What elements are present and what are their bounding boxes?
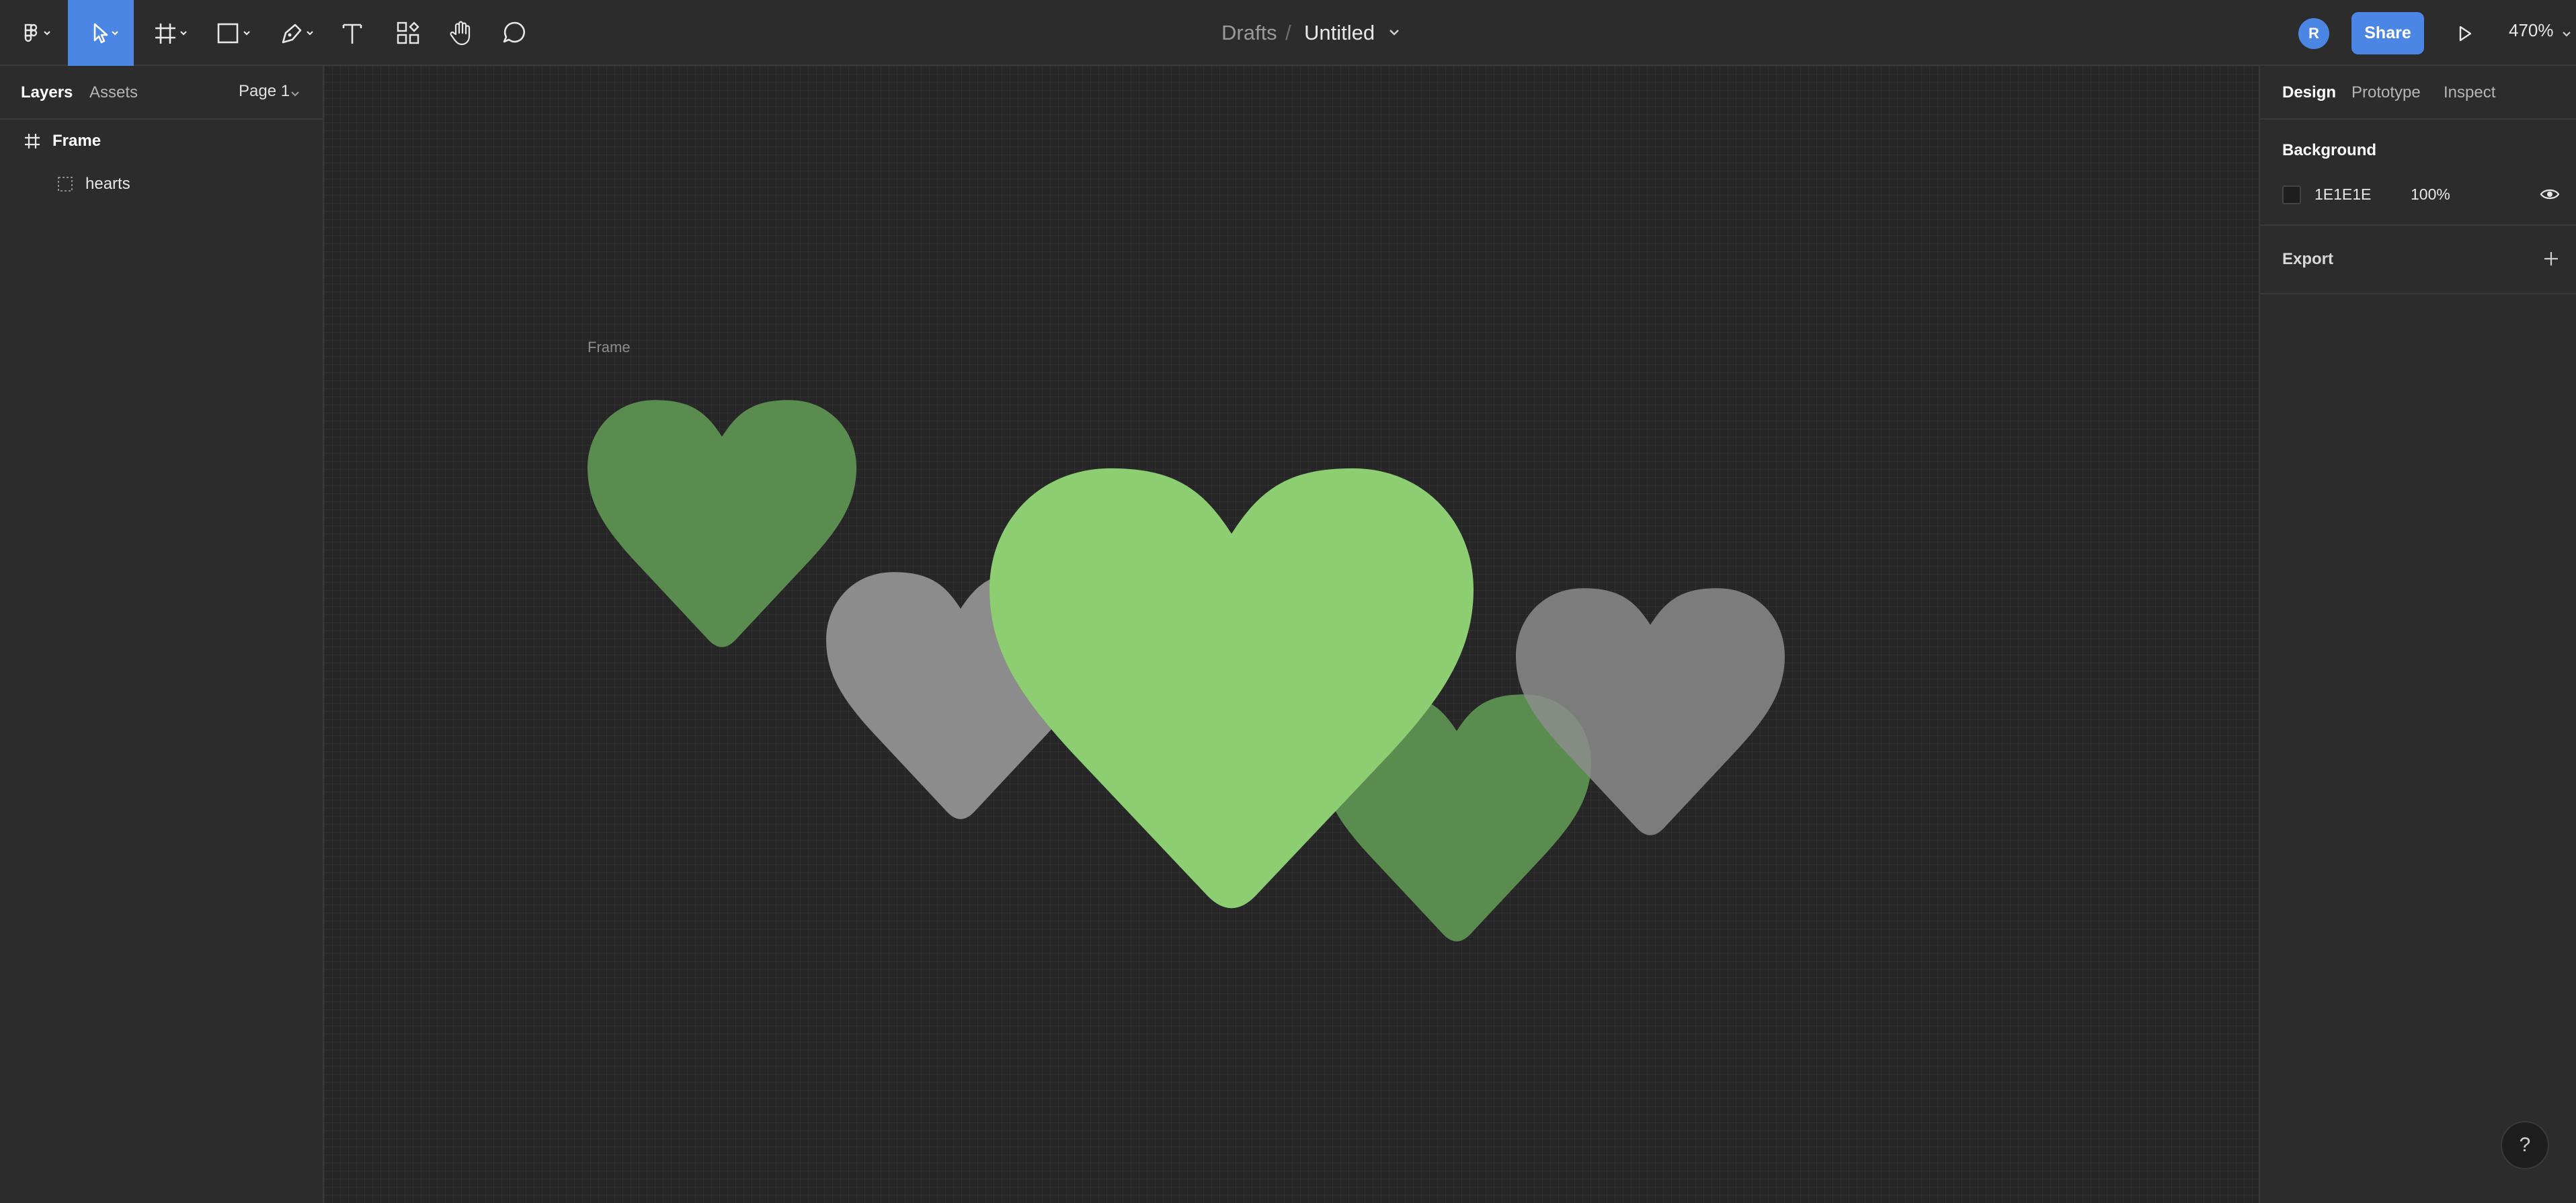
plus-icon[interactable]: [2542, 250, 2560, 267]
main-menu-button[interactable]: [0, 0, 68, 66]
left-panel-tabs: Layers Assets Page 1: [0, 66, 323, 120]
avatar[interactable]: R: [2298, 18, 2329, 49]
background-title: Background: [2282, 141, 2377, 159]
layers-panel: Layers Assets Page 1 Frame hearts: [0, 66, 324, 1203]
shape-tool-button[interactable]: [206, 0, 259, 66]
properties-panel: Design Prototype Inspect Background 1E1E…: [2259, 66, 2576, 1203]
background-section: Background 1E1E1E 100%: [2260, 121, 2576, 226]
hand-tool-button[interactable]: [442, 0, 479, 66]
frame-tool-button[interactable]: [143, 0, 196, 66]
frame-hash-icon: [155, 24, 187, 44]
components-icon: [397, 22, 419, 44]
layer-label: Frame: [52, 132, 102, 150]
figma-logo-icon: [24, 24, 50, 42]
help-button[interactable]: ?: [2501, 1121, 2549, 1169]
layer-row-frame[interactable]: Frame: [0, 121, 323, 161]
layer-label: hearts: [85, 175, 130, 193]
chevron-down-icon[interactable]: [2561, 30, 2572, 39]
play-icon: [2459, 26, 2472, 42]
tab-prototype[interactable]: Prototype: [2351, 82, 2421, 103]
text-tool-button[interactable]: [334, 0, 370, 66]
hand-icon: [450, 21, 471, 46]
tab-assets[interactable]: Assets: [89, 82, 138, 103]
text-icon: [342, 24, 362, 44]
tab-design[interactable]: Design: [2282, 82, 2336, 103]
comment-icon: [503, 22, 525, 43]
pen-icon: [282, 24, 313, 44]
frame-hash-icon: [25, 134, 40, 149]
right-panel-tabs: Design Prototype Inspect: [2260, 66, 2576, 120]
background-hex-input[interactable]: 1E1E1E: [2315, 185, 2371, 204]
zoom-dropdown[interactable]: 470%: [2509, 20, 2554, 41]
present-button[interactable]: [2447, 16, 2482, 51]
chevron-down-icon[interactable]: [290, 90, 300, 98]
design-canvas[interactable]: Frame: [324, 66, 2259, 1203]
top-toolbar: Drafts / Untitled R Share 470%: [0, 0, 2576, 66]
eye-icon[interactable]: [2540, 185, 2560, 203]
move-tool-button[interactable]: [68, 0, 134, 66]
background-opacity-input[interactable]: 100%: [2411, 185, 2450, 204]
export-section: Export: [2260, 227, 2576, 294]
resources-tool-button[interactable]: [390, 0, 426, 66]
hearts-group[interactable]: [324, 66, 2259, 1203]
layer-row-hearts[interactable]: hearts: [0, 164, 323, 204]
share-button[interactable]: Share: [2351, 12, 2424, 54]
comment-tool-button[interactable]: [496, 0, 532, 66]
group-dashed-icon: [58, 177, 73, 192]
tab-layers[interactable]: Layers: [21, 82, 73, 103]
breadcrumb-drafts[interactable]: Drafts: [1221, 19, 1277, 47]
rectangle-icon: [217, 23, 250, 44]
breadcrumb-separator: /: [1285, 21, 1291, 44]
heart-green-small-left[interactable]: [588, 400, 856, 647]
background-color-swatch[interactable]: [2282, 185, 2301, 204]
tab-inspect[interactable]: Inspect: [2444, 82, 2495, 103]
pen-tool-button[interactable]: [269, 0, 323, 66]
page-selector[interactable]: Page 1: [239, 82, 290, 101]
export-title: Export: [2282, 250, 2334, 268]
file-name[interactable]: Untitled: [1304, 19, 1375, 47]
cursor-icon: [93, 23, 118, 44]
chevron-down-icon[interactable]: [1387, 26, 1401, 39]
